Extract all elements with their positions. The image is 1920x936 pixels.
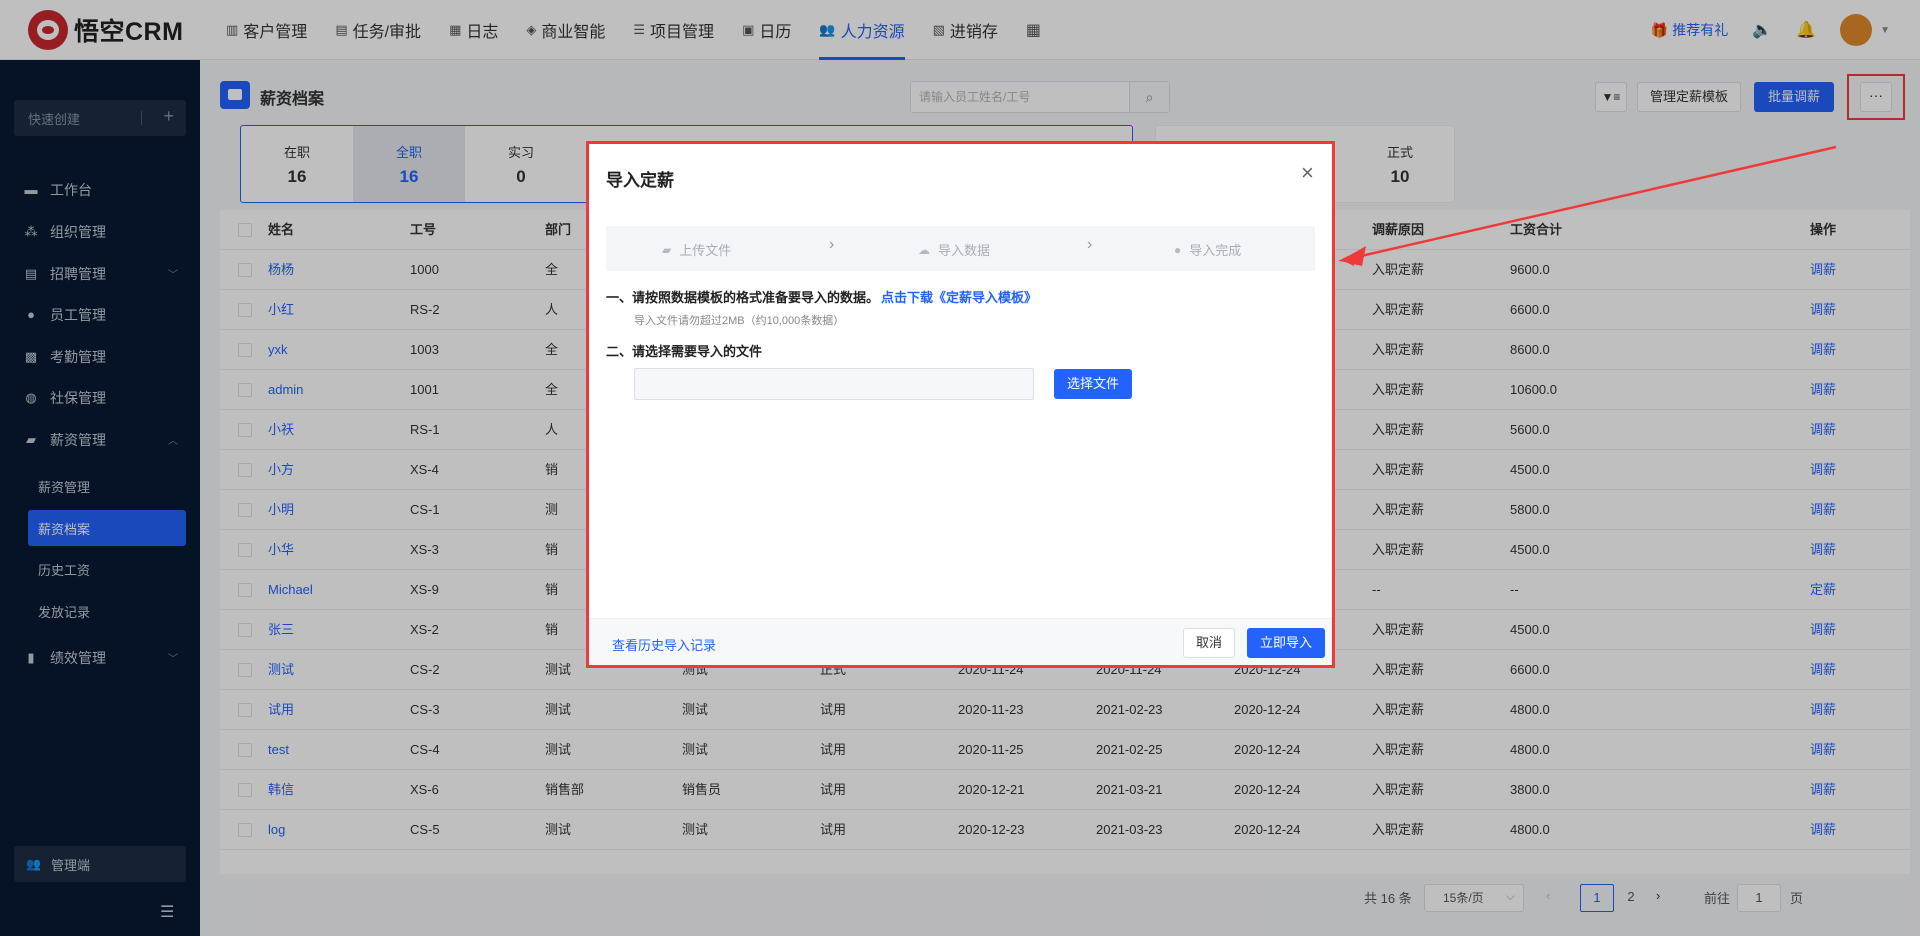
step-label: 导入完成 — [1189, 243, 1242, 258]
instruction-1: 一、请按照数据模板的格式准备要导入的数据。 点击下载《定薪导入模板》 — [606, 287, 1037, 306]
import-salary-dialog: 导入定薪 × ▰ 上传文件 › ☁ 导入数据 › ● 导入完成 一、请按照数据模板的格… — [586, 141, 1335, 668]
step-done: ● 导入完成 — [1174, 240, 1241, 259]
import-history-link[interactable]: 查看历史导入记录 — [612, 635, 716, 654]
step-label: 上传文件 — [679, 243, 732, 258]
chevron-right-icon: › — [1087, 236, 1093, 253]
circle-icon: ● — [1174, 242, 1182, 257]
choose-file-button[interactable]: 选择文件 — [1054, 369, 1132, 399]
size-note: 导入文件请勿超过2MB（约10,000条数据） — [634, 315, 845, 327]
cloud-icon: ☁ — [918, 242, 930, 257]
file-path-field[interactable] — [634, 368, 1034, 400]
close-icon[interactable]: × — [1301, 160, 1314, 186]
step-upload: ▰ 上传文件 — [662, 240, 731, 259]
instruction-1-text: 一、请按照数据模板的格式准备要导入的数据。 — [606, 290, 880, 305]
step-label: 导入数据 — [938, 243, 991, 258]
dialog-title: 导入定薪 — [606, 171, 674, 190]
import-now-button[interactable]: 立即导入 — [1247, 628, 1325, 658]
dialog-footer: 查看历史导入记录 取消 立即导入 — [589, 618, 1332, 665]
import-steps: ▰ 上传文件 › ☁ 导入数据 › ● 导入完成 — [606, 226, 1315, 271]
folder-icon: ▰ — [662, 242, 672, 257]
step-import: ☁ 导入数据 — [918, 240, 990, 259]
instruction-2: 二、请选择需要导入的文件 — [606, 344, 763, 359]
cancel-button[interactable]: 取消 — [1183, 628, 1235, 658]
download-template-link[interactable]: 点击下载《定薪导入模板》 — [881, 290, 1037, 305]
chevron-right-icon: › — [829, 236, 835, 253]
